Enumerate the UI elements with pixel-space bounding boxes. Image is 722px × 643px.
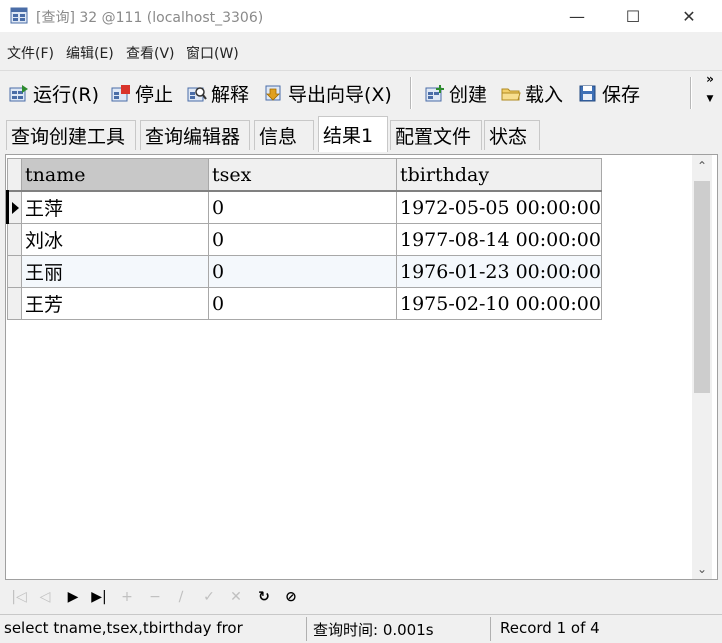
stop-button[interactable]: 停止 xyxy=(111,79,173,107)
close-button[interactable]: ✕ xyxy=(666,0,712,32)
minimize-button[interactable]: — xyxy=(554,0,600,32)
status-sql-text: select tname,tsex,tbirthday fror xyxy=(4,619,243,637)
load-button[interactable]: 载入 xyxy=(501,79,563,107)
next-record-icon[interactable]: ▶ xyxy=(63,588,83,606)
tab-profile[interactable]: 配置文件 xyxy=(390,120,482,150)
header-row: tname tsex tbirthday xyxy=(7,158,602,192)
stop-refresh-icon[interactable]: ⊘ xyxy=(281,588,301,606)
cell-tbirthday[interactable]: 1975-02-10 00:00:00 xyxy=(396,287,602,320)
database-window-icon xyxy=(10,7,28,24)
create-button[interactable]: 创建 xyxy=(425,79,487,107)
table-row[interactable]: 王丽 0 1976-01-23 00:00:00 xyxy=(7,255,602,288)
refresh-icon[interactable]: ↻ xyxy=(254,588,274,606)
tab-info[interactable]: 信息 xyxy=(254,120,314,150)
cell-tname[interactable]: 刘冰 xyxy=(21,223,209,256)
tab-status[interactable]: 状态 xyxy=(484,120,540,150)
table-row[interactable]: 王萍 0 1972-05-05 00:00:00 xyxy=(6,190,602,224)
row-indicator xyxy=(7,223,22,256)
menu-view[interactable]: 查看(V) xyxy=(126,43,175,63)
toolbar-separator xyxy=(410,77,412,109)
result-table: tname tsex tbirthday 王萍 0 1972-05-05 00:… xyxy=(6,158,602,320)
record-navigation-bar: |◁ ◁ ▶ ▶| + − ∕ ✓ ✕ ↻ ⊘ xyxy=(5,580,718,614)
tab-query-editor[interactable]: 查询编辑器 xyxy=(140,120,250,150)
insert-record-icon[interactable]: + xyxy=(117,588,137,606)
cell-tbirthday[interactable]: 1977-08-14 00:00:00 xyxy=(396,223,602,256)
floppy-save-icon xyxy=(579,85,596,102)
create-icon xyxy=(425,85,444,102)
menu-window[interactable]: 窗口(W) xyxy=(186,43,239,63)
status-query-time: 查询时间: 0.001s xyxy=(313,621,434,639)
stop-label: 停止 xyxy=(135,83,174,106)
scrollbar-thumb[interactable] xyxy=(694,181,710,393)
menu-bar: 文件(F) 编辑(E) 查看(V) 窗口(W) xyxy=(0,32,722,70)
export-wizard-button[interactable]: 导出向导(X) xyxy=(264,79,392,107)
save-button[interactable]: 保存 xyxy=(578,79,640,107)
apply-changes-icon[interactable]: ✓ xyxy=(199,588,219,606)
last-record-icon[interactable]: ▶| xyxy=(89,588,109,606)
menu-edit[interactable]: 编辑(E) xyxy=(66,43,114,63)
export-icon xyxy=(265,85,281,101)
save-label: 保存 xyxy=(602,83,641,106)
tab-query-builder[interactable]: 查询创建工具 xyxy=(6,120,136,150)
title-bar: [查询] 32 @111 (localhost_3306) — ☐ ✕ xyxy=(0,0,722,32)
load-folder-icon xyxy=(501,88,521,101)
scroll-up-arrow-icon[interactable]: ⌃ xyxy=(692,159,712,173)
cell-tsex[interactable]: 0 xyxy=(208,287,397,320)
row-indicator-header xyxy=(7,158,22,192)
window-title: [查询] 32 @111 (localhost_3306) xyxy=(36,10,264,26)
current-row-arrow-icon xyxy=(12,201,19,214)
row-indicator xyxy=(6,190,22,224)
toolbar-overflow-button[interactable]: » ▼ xyxy=(704,73,716,105)
cancel-changes-icon[interactable]: ✕ xyxy=(226,588,246,606)
column-header-tsex[interactable]: tsex xyxy=(208,158,397,192)
column-header-tname[interactable]: tname xyxy=(21,158,209,192)
cell-tname[interactable]: 王丽 xyxy=(21,255,209,288)
cell-tbirthday[interactable]: 1972-05-05 00:00:00 xyxy=(396,190,602,224)
export-label: 导出向导(X) xyxy=(288,83,392,106)
cell-tsex[interactable]: 0 xyxy=(208,255,397,288)
table-row[interactable]: 刘冰 0 1977-08-14 00:00:00 xyxy=(7,223,602,256)
chevron-double-right-icon: » xyxy=(706,72,714,86)
toolbar: 运行(R) 停止 解释 导出向导(X) 创建 载入 保存 » ▼ xyxy=(0,70,722,115)
run-label: 运行(R) xyxy=(33,83,100,106)
load-label: 载入 xyxy=(525,83,564,106)
explain-icon xyxy=(187,87,207,102)
menu-file[interactable]: 文件(F) xyxy=(7,43,54,63)
status-bar: select tname,tsex,tbirthday fror 查询时间: 0… xyxy=(0,614,722,643)
cell-tname[interactable]: 王芳 xyxy=(21,287,209,320)
result-grid[interactable]: tname tsex tbirthday 王萍 0 1972-05-05 00:… xyxy=(5,154,718,580)
tab-result-1[interactable]: 结果1 xyxy=(318,116,388,152)
explain-button[interactable]: 解释 xyxy=(187,79,249,107)
status-divider xyxy=(306,617,307,641)
stop-icon xyxy=(111,85,130,102)
toolbar-separator xyxy=(690,77,692,109)
cell-tsex[interactable]: 0 xyxy=(208,190,397,224)
row-indicator xyxy=(7,287,22,320)
maximize-button[interactable]: ☐ xyxy=(610,0,656,32)
previous-record-icon[interactable]: ◁ xyxy=(35,588,55,606)
cell-tname[interactable]: 王萍 xyxy=(21,190,209,224)
run-button[interactable]: 运行(R) xyxy=(9,79,99,107)
status-divider xyxy=(490,617,491,641)
create-label: 创建 xyxy=(449,83,488,106)
explain-label: 解释 xyxy=(211,83,250,106)
status-record-count: Record 1 of 4 xyxy=(500,619,600,637)
column-header-tbirthday[interactable]: tbirthday xyxy=(396,158,602,192)
delete-record-icon[interactable]: − xyxy=(145,588,165,606)
run-icon xyxy=(9,85,28,102)
cell-tsex[interactable]: 0 xyxy=(208,223,397,256)
vertical-scrollbar[interactable]: ⌃ ⌄ xyxy=(692,155,712,579)
scroll-down-arrow-icon[interactable]: ⌄ xyxy=(692,562,712,576)
table-row[interactable]: 王芳 0 1975-02-10 00:00:00 xyxy=(7,287,602,320)
cell-tbirthday[interactable]: 1976-01-23 00:00:00 xyxy=(396,255,602,288)
chevron-down-icon: ▼ xyxy=(706,94,714,104)
tab-bar: 查询创建工具 查询编辑器 信息 结果1 配置文件 状态 xyxy=(0,114,722,154)
edit-record-icon[interactable]: ∕ xyxy=(171,588,191,606)
first-record-icon[interactable]: |◁ xyxy=(9,588,29,606)
row-indicator xyxy=(7,255,22,288)
